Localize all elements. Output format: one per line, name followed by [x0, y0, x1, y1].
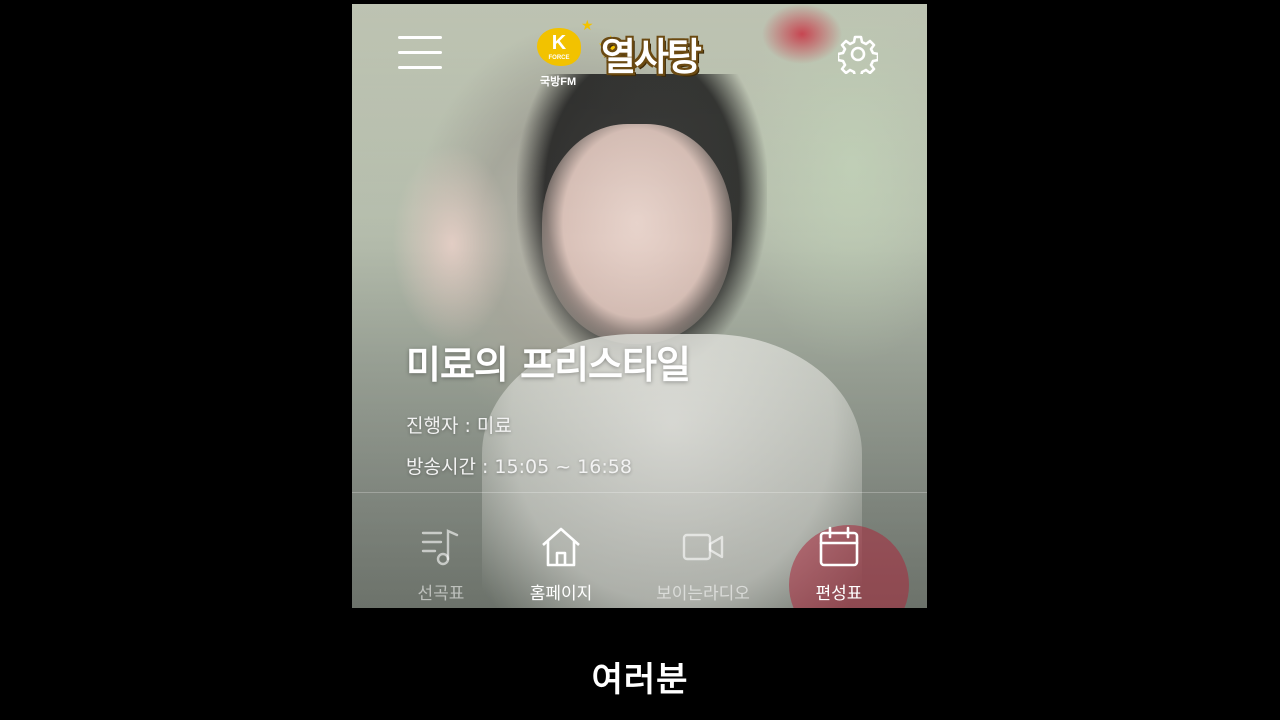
nav-item-homepage[interactable]: 홈페이지	[491, 493, 631, 608]
app-logo[interactable]: K FORCE ★ 국방FM ★ 열사탕	[537, 18, 747, 94]
star-icon: ★	[581, 18, 594, 34]
nav-item-schedule[interactable]: 편성표	[769, 493, 909, 608]
program-time: 방송시간 : 15:05 ~ 16:58	[406, 456, 632, 478]
station-name: 국방FM	[540, 76, 577, 88]
program-title: 미료의 프리스타일	[406, 343, 691, 387]
nav-label-homepage: 홈페이지	[529, 584, 593, 604]
playlist-music-icon	[421, 529, 459, 566]
program-info: 미료의 프리스타일 진행자 : 미료 방송시간 : 15:05 ~ 16:58	[406, 334, 691, 479]
show-logo-text: 열사탕	[601, 35, 702, 79]
calendar-icon	[819, 526, 859, 567]
nav-item-visible-radio[interactable]: 보이는라디오	[633, 493, 773, 608]
nav-item-playlist[interactable]: 선곡표	[371, 493, 511, 608]
app-screen: K FORCE ★ 국방FM ★ 열사탕 미료의 프리스타일 진행자 : 미료 …	[352, 4, 927, 608]
home-icon	[542, 527, 580, 567]
program-host: 진행자 : 미료	[406, 415, 512, 437]
kforce-logo-badge: K FORCE	[537, 28, 581, 66]
bottom-nav: 선곡표 홈페이지 보이는라디오 편성표	[352, 493, 927, 608]
nav-label-visible-radio: 보이는라디오	[656, 584, 750, 604]
hamburger-menu-icon[interactable]	[398, 34, 442, 72]
video-camera-icon	[682, 533, 724, 561]
top-bar: K FORCE ★ 국방FM ★ 열사탕	[352, 4, 927, 94]
nav-label-playlist: 선곡표	[417, 584, 465, 604]
gear-icon[interactable]	[836, 34, 880, 79]
video-subtitle: 여러분	[591, 660, 689, 700]
nav-label-schedule: 편성표	[815, 584, 863, 604]
